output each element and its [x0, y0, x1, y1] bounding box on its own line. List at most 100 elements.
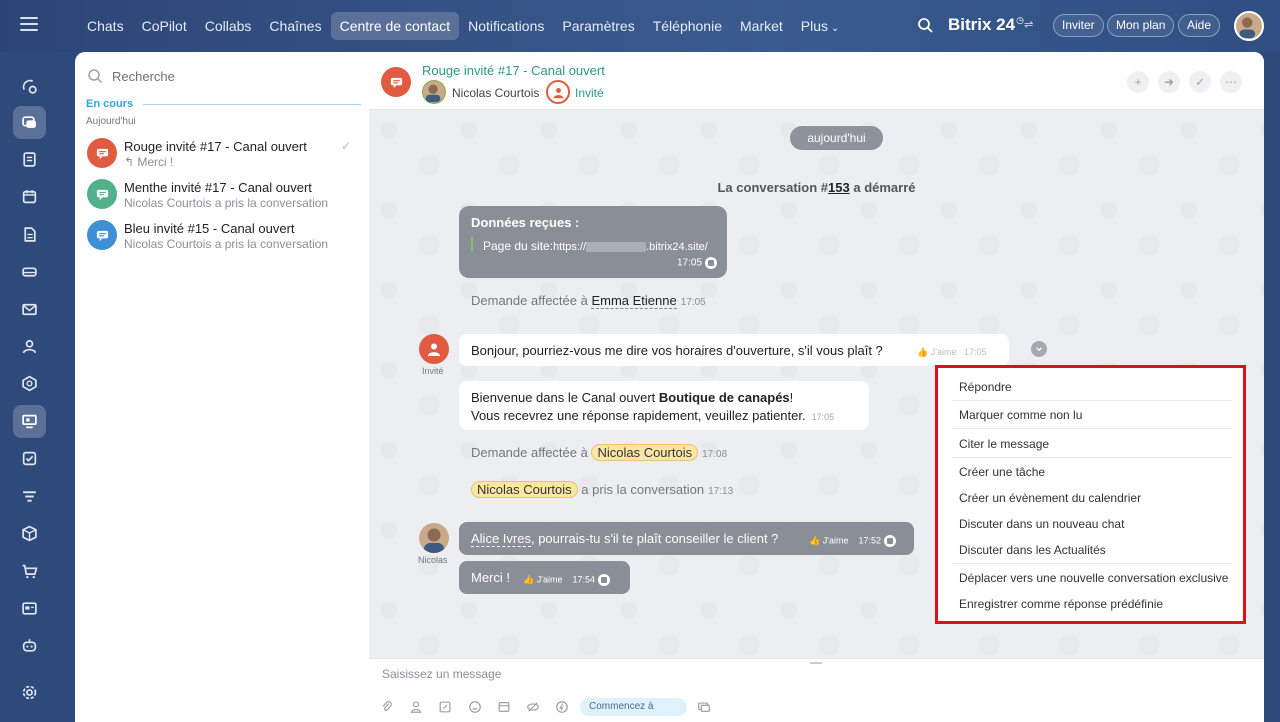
message-menu-chevron-icon[interactable] [1031, 341, 1047, 357]
like-label[interactable]: J'aime [537, 574, 563, 584]
lightning-icon[interactable] [554, 699, 570, 715]
wait-text: Vous recevrez une réponse rapidement, ve… [471, 408, 806, 423]
settings-icon[interactable] [13, 676, 46, 709]
message-input[interactable]: Saisissez un message [382, 667, 501, 681]
invite-button[interactable]: Inviter [1053, 14, 1104, 37]
nav-collabs[interactable]: Collabs [196, 12, 261, 40]
brand-name: Bitrix 24 [948, 15, 1016, 34]
more-icon[interactable]: ⋯ [1220, 71, 1242, 93]
hexagon-icon[interactable] [13, 367, 46, 400]
menu-save-canned-response[interactable]: Enregistrer comme réponse prédéfinie [959, 597, 1163, 611]
assignee-tag[interactable]: Nicolas Courtois [591, 444, 699, 461]
like-icon[interactable]: 👍 [917, 347, 928, 357]
tasks-board-icon[interactable] [13, 143, 46, 176]
contacts-icon[interactable] [13, 330, 46, 363]
help-button[interactable]: Aide [1178, 14, 1221, 37]
member-name[interactable]: Nicolas Courtois [452, 86, 539, 100]
filter-icon[interactable] [13, 480, 46, 513]
my-plan-button[interactable]: Mon plan [1107, 14, 1175, 37]
menu-quote[interactable]: Citer le message [959, 437, 1049, 451]
received-data-message[interactable]: Données reçues : Page du site:https:// .b… [459, 206, 727, 278]
nav-notifications[interactable]: Notifications [459, 12, 553, 40]
robot-icon[interactable] [13, 629, 46, 662]
section-in-progress: En cours [86, 98, 134, 110]
guest-avatar[interactable] [419, 334, 449, 364]
menu-mark-unread[interactable]: Marquer comme non lu [959, 408, 1082, 422]
sliders-icon[interactable]: ⇌ [1024, 18, 1033, 31]
operator-tag[interactable]: Nicolas Courtois [471, 481, 578, 498]
nav-chaines[interactable]: Chaînes [260, 12, 330, 40]
clock-icon: ◷ [1016, 15, 1024, 26]
cart-icon[interactable] [13, 555, 46, 588]
openline-chat-icon[interactable] [381, 67, 411, 97]
add-icon[interactable]: + [1127, 71, 1149, 93]
quick-answers-icon[interactable] [496, 699, 512, 715]
menu-discuss-new-chat[interactable]: Discuter dans un nouveau chat [959, 517, 1124, 531]
operator-message[interactable]: Alice Ivres, pourrais-tu s'il te plaît c… [459, 522, 914, 555]
start-typing-button[interactable]: Commencez à [580, 698, 687, 716]
drive-icon[interactable] [13, 255, 46, 288]
nav-settings[interactable]: Paramètres [553, 12, 643, 40]
nav-chats[interactable]: Chats [78, 12, 133, 40]
operator-message[interactable]: Merci ! 👍 J'aime 17:54 [459, 561, 630, 594]
menu-move-exclusive[interactable]: Déplacer vers une nouvelle conversation … [959, 571, 1228, 585]
nav-copilot[interactable]: CoPilot [133, 12, 196, 40]
forward-icon[interactable]: ➜ [1158, 71, 1180, 93]
openline-chat-icon [87, 138, 117, 168]
hidden-message-icon[interactable] [525, 699, 541, 715]
menu-create-calendar-event[interactable]: Créer un évènement du calendrier [959, 491, 1141, 505]
chat-item-menthe[interactable]: Menthe invité #17 - Canal ouvert Nicolas… [75, 175, 369, 215]
like-label[interactable]: J'aime [823, 535, 849, 545]
user-icon[interactable] [408, 699, 424, 715]
feed-icon[interactable] [13, 70, 46, 103]
nav-more[interactable]: Plus ⌄ [792, 12, 849, 40]
operator-avatar[interactable] [419, 523, 449, 553]
finish-check-icon[interactable]: ✓ [1189, 71, 1211, 93]
smile-icon[interactable] [467, 699, 483, 715]
guest-message[interactable]: Bonjour, pourriez-vous me dire vos horai… [459, 334, 1009, 366]
calendar-icon[interactable] [13, 180, 46, 213]
document-icon[interactable] [13, 218, 46, 251]
message-context-menu: Répondre Marquer comme non lu Citer le m… [935, 365, 1246, 624]
chat-search[interactable]: Recherche [87, 66, 357, 86]
screen-share-icon[interactable] [696, 699, 712, 715]
search-icon[interactable] [917, 17, 933, 33]
nav-contact-center[interactable]: Centre de contact [330, 12, 460, 40]
presentation-icon[interactable] [13, 405, 46, 438]
guest-avatar[interactable] [546, 80, 570, 104]
conversation-number-link[interactable]: 153 [828, 180, 850, 195]
chat-title[interactable]: Rouge invité #17 - Canal ouvert [422, 63, 605, 78]
like-icon[interactable]: 👍 [523, 574, 534, 584]
like-label[interactable]: J'aime [931, 347, 957, 357]
menu-reply[interactable]: Répondre [959, 380, 1012, 394]
member-avatar[interactable] [422, 80, 446, 104]
like-icon[interactable]: 👍 [809, 535, 820, 545]
auto-reply-message[interactable]: Bienvenue dans le Canal ouvert Boutique … [459, 381, 869, 430]
box-icon[interactable] [13, 517, 46, 550]
brand-logo[interactable]: Bitrix 24◷ [948, 15, 1024, 35]
user-avatar[interactable] [1234, 11, 1264, 41]
nav-telephony[interactable]: Téléphonie [644, 12, 731, 40]
chat-header: Rouge invité #17 - Canal ouvert Nicolas … [369, 52, 1264, 110]
edit-note-icon[interactable] [437, 699, 453, 715]
mail-icon[interactable] [13, 293, 46, 326]
nav-market[interactable]: Market [731, 12, 792, 40]
guest-name[interactable]: Invité [575, 86, 604, 100]
chat-item-bleu[interactable]: Bleu invité #15 - Canal ouvert Nicolas C… [75, 216, 369, 256]
assign-prefix: Demande affectée à [471, 445, 592, 460]
section-divider [143, 104, 361, 105]
chat-icon[interactable] [13, 106, 46, 139]
paperclip-icon[interactable] [379, 699, 395, 715]
menu-icon[interactable] [20, 17, 38, 31]
checklist-icon[interactable] [13, 442, 46, 475]
resize-handle[interactable] [810, 662, 822, 664]
site-url-prefix[interactable]: https:// [553, 241, 586, 253]
menu-create-task[interactable]: Créer une tâche [959, 465, 1045, 479]
mention-link[interactable]: Alice Ivres [471, 531, 531, 547]
site-url-suffix[interactable]: .bitrix24.site/ [646, 241, 708, 253]
assignee-link[interactable]: Emma Etienne [591, 293, 677, 309]
card-icon[interactable] [13, 592, 46, 625]
assignment-notice: Demande affectée à Emma Etienne 17:05 [471, 293, 706, 309]
menu-discuss-feed[interactable]: Discuter dans les Actualités [959, 543, 1106, 557]
chat-item-rouge[interactable]: Rouge invité #17 - Canal ouvert ↰ Merci … [75, 134, 369, 174]
